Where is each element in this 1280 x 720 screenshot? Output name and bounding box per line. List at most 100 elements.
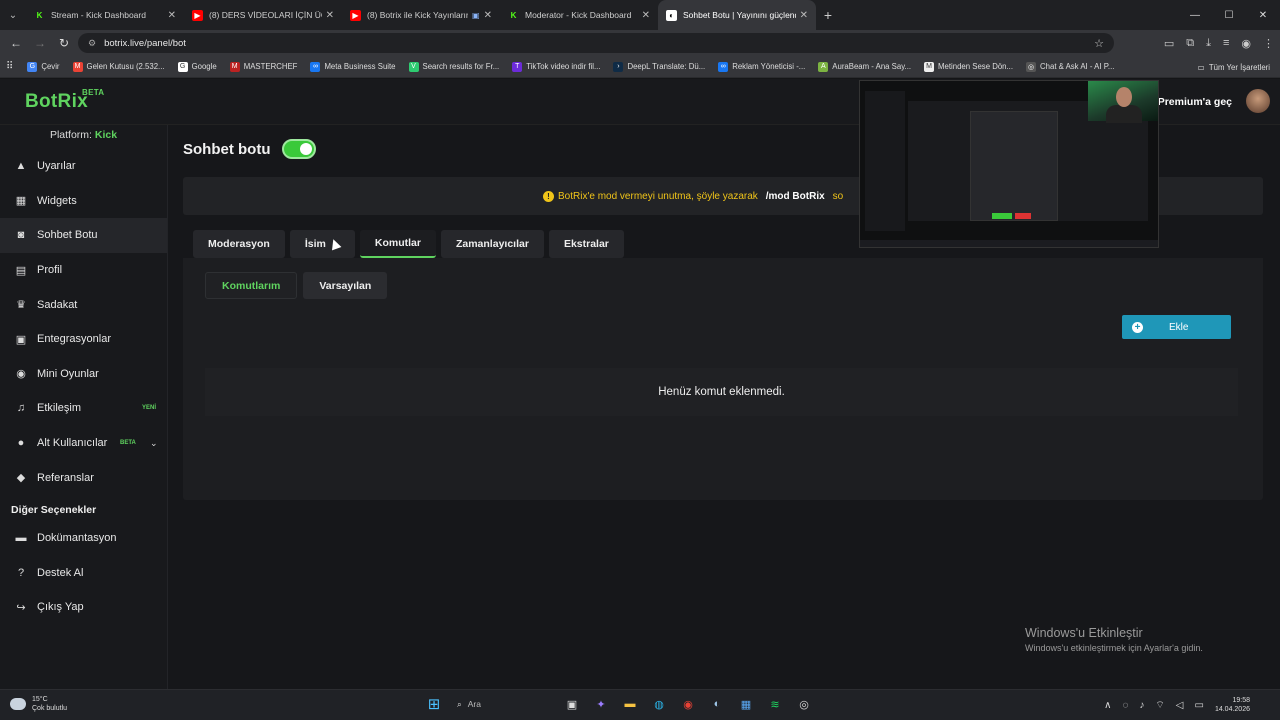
- new-tab-button[interactable]: +: [816, 7, 840, 23]
- sidebar-item-alt-kullanıcılar[interactable]: ● Alt Kullanıcılar BETA ⌄: [0, 426, 167, 461]
- sidebar-item-uyarılar[interactable]: ▲ Uyarılar: [0, 149, 167, 184]
- bookmark-favicon-icon: G: [27, 61, 38, 72]
- bookmark-label: Gelen Kutusu (2.532...: [86, 62, 165, 71]
- sidebar-item-sohbet-botu[interactable]: ◙ Sohbet Botu: [0, 218, 167, 253]
- close-window-icon[interactable]: ✕: [1246, 0, 1280, 30]
- browser-tab[interactable]: K Stream - Kick Dashboard ✕: [26, 0, 184, 30]
- avatar[interactable]: [1246, 89, 1270, 113]
- weather-widget[interactable]: 15°C Çok bulutlu: [10, 695, 67, 713]
- battery-icon[interactable]: ▭: [1195, 700, 1204, 711]
- kick-icon: K: [510, 10, 517, 20]
- sidebar-item-entegrasyonlar[interactable]: ▣ Entegrasyonlar: [0, 322, 167, 357]
- browser-tab[interactable]: ▶ (8) DERS VİDEOLARI İÇİN ÜCRE ✕: [184, 0, 342, 30]
- bookmark-item[interactable]: V Search results for Fr...: [408, 61, 499, 72]
- volume-icon[interactable]: ◁: [1176, 700, 1184, 711]
- tab-3[interactable]: Zamanlayıcılar: [440, 230, 544, 258]
- sidebar-item-mini-oyunlar[interactable]: ◉ Mini Oyunlar: [0, 357, 167, 392]
- spotify-icon[interactable]: ≋: [765, 694, 785, 714]
- copilot-icon[interactable]: ✦: [591, 694, 611, 714]
- reload-icon[interactable]: ↻: [52, 36, 76, 50]
- pip-cancel: [1015, 213, 1031, 219]
- maximize-icon[interactable]: ☐: [1212, 0, 1246, 30]
- profile-icon[interactable]: ◉: [1241, 37, 1251, 50]
- back-icon[interactable]: ←: [4, 36, 28, 50]
- windows-start-icon[interactable]: ⊞: [424, 694, 444, 714]
- close-tab-icon[interactable]: ✕: [642, 10, 650, 21]
- kick-icon: K: [36, 10, 43, 20]
- bookmark-item[interactable]: M Gelen Kutusu (2.532...: [72, 61, 165, 72]
- bookmark-item[interactable]: › DeepL Translate: Dü...: [613, 61, 705, 72]
- bookmark-item[interactable]: ∞ Reklam Yöneticisi -...: [718, 61, 805, 72]
- mic-icon[interactable]: ♪: [1139, 700, 1144, 711]
- bookmark-item[interactable]: G Çevir: [27, 61, 60, 72]
- cast-icon[interactable]: ▭: [1164, 37, 1174, 50]
- sidebar-item-çıkış-yap[interactable]: ↪ Çıkış Yap: [0, 590, 167, 625]
- close-tab-icon[interactable]: ✕: [168, 10, 176, 21]
- bot-enabled-toggle[interactable]: [282, 139, 317, 159]
- obs-icon[interactable]: ◎: [794, 694, 814, 714]
- steam-icon[interactable]: ◐: [707, 694, 727, 714]
- tab-search-icon[interactable]: ≡: [1223, 37, 1229, 49]
- subtab-1[interactable]: Varsayılan: [303, 272, 388, 299]
- tab-search-chevron-icon[interactable]: ⌄: [0, 0, 26, 30]
- premium-button[interactable]: Premium'a geç: [1158, 96, 1232, 108]
- picture-in-picture-video[interactable]: [859, 80, 1159, 248]
- forward-icon[interactable]: →: [28, 36, 52, 50]
- browser-tab[interactable]: ▶ (8) Botrix ile Kick Yayınların ▣ ✕: [342, 0, 500, 30]
- tab-4[interactable]: Ekstralar: [548, 230, 624, 258]
- music-icon: ♫: [16, 402, 26, 415]
- bookmark-item[interactable]: ◎ Chat & Ask AI - AI P...: [1026, 61, 1114, 72]
- tab-1[interactable]: İsim: [289, 230, 355, 258]
- sidebar-item-profil[interactable]: ▤ Profil: [0, 253, 167, 288]
- wifi-icon[interactable]: ⌔: [1155, 699, 1164, 712]
- bookmark-label: Çevir: [41, 62, 60, 71]
- picture-in-picture-icon[interactable]: ▣: [472, 11, 480, 20]
- bookmark-star-icon[interactable]: ☆: [1094, 37, 1104, 50]
- site-info-icon[interactable]: ⚙: [88, 38, 96, 49]
- add-command-button[interactable]: + Ekle: [1122, 315, 1231, 339]
- store-icon[interactable]: ▦: [736, 694, 756, 714]
- sidebar-item-destek-al[interactable]: ? Destek Al: [0, 556, 167, 591]
- all-bookmarks[interactable]: ▭ Tüm Yer İşaretleri: [1198, 56, 1270, 77]
- chrome-icon[interactable]: ◉: [678, 694, 698, 714]
- minimize-icon[interactable]: —: [1178, 0, 1212, 30]
- browser-tab[interactable]: K Moderator - Kick Dashboard ✕: [500, 0, 658, 30]
- apps-icon[interactable]: ⠿: [6, 61, 13, 72]
- bookmark-item[interactable]: ∞ Meta Business Suite: [310, 61, 396, 72]
- close-tab-icon[interactable]: ✕: [484, 10, 492, 21]
- tray-chevron-icon[interactable]: ∧: [1104, 700, 1111, 711]
- sidebar-item-referanslar[interactable]: ◆ Referanslar: [0, 460, 167, 495]
- subtab-0[interactable]: Komutlarım: [205, 272, 298, 299]
- chevron-down-icon[interactable]: ⌄: [150, 438, 158, 449]
- download-icon[interactable]: ⤓: [1206, 37, 1211, 50]
- webcam-feed: [1088, 81, 1158, 123]
- close-tab-icon[interactable]: ✕: [326, 10, 334, 21]
- bookmark-item[interactable]: T TikTok video indir fil...: [512, 61, 600, 72]
- task-view-icon[interactable]: ▣: [562, 694, 582, 714]
- botrix-logo[interactable]: BotRix BETA: [25, 88, 104, 113]
- sidebar-item-label: Uyarılar: [37, 160, 76, 173]
- bookmark-item[interactable]: M Metinden Sese Dön...: [924, 61, 1013, 72]
- browser-tab-title: Sohbet Botu | Yayınını güçlendi: [683, 10, 796, 20]
- bookmark-item[interactable]: G Google: [177, 61, 217, 72]
- browser-tab[interactable]: ◐ Sohbet Botu | Yayınını güçlendi ✕: [658, 0, 816, 30]
- network-icon[interactable]: ◌: [1122, 700, 1128, 711]
- file-explorer-icon[interactable]: ▬: [620, 694, 640, 714]
- sidebar-item-label: Çıkış Yap: [37, 601, 84, 614]
- menu-icon[interactable]: ⋮: [1263, 37, 1274, 50]
- edge-icon[interactable]: ◍: [649, 694, 669, 714]
- sidebar-item-widgets[interactable]: ▦ Widgets: [0, 184, 167, 219]
- tab-2[interactable]: Komutlar: [359, 230, 436, 258]
- extensions-icon[interactable]: ⧉: [1186, 37, 1194, 50]
- tab-0[interactable]: Moderasyon: [193, 230, 285, 258]
- close-tab-icon[interactable]: ✕: [800, 10, 808, 21]
- bookmark-item[interactable]: A AuraBeam - Ana Say...: [818, 61, 911, 72]
- taskbar-search[interactable]: ⌕ Ara: [453, 694, 553, 714]
- clock[interactable]: 19:58 14.04.2026: [1215, 696, 1250, 714]
- sidebar-item-sadakat[interactable]: ♛ Sadakat: [0, 287, 167, 322]
- address-bar[interactable]: ⚙ botrix.live/panel/bot ☆: [78, 33, 1114, 53]
- sidebar-item-etkileşim[interactable]: ♫ Etkileşim YENİ: [0, 391, 167, 426]
- bookmark-item[interactable]: M MASTERCHEF: [229, 61, 297, 72]
- bookmark-favicon-icon: T: [512, 61, 523, 72]
- sidebar-item-dokümantasyon[interactable]: ▬ Dokümantasyon: [0, 521, 167, 556]
